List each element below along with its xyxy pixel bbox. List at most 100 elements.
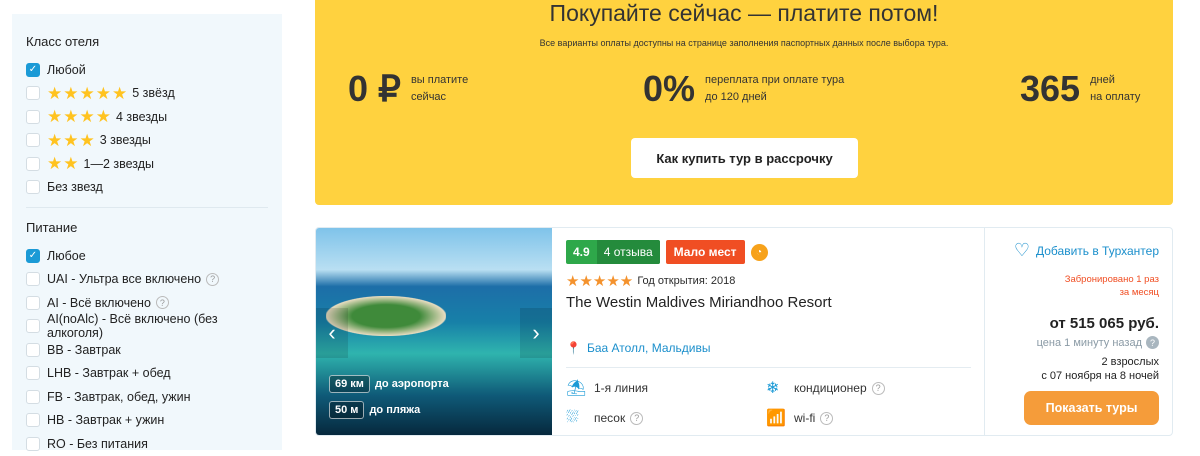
distance-airport: 69 км до аэропорта (329, 375, 449, 393)
divider (566, 367, 971, 368)
option-label: AI - Всё включено (47, 295, 151, 310)
pin-icon: 📍 (566, 341, 581, 355)
rating-badge[interactable]: 4.9 4 отзыва (566, 240, 660, 264)
installment-banner: Покупайте сейчас — платите потом! Все ва… (315, 0, 1173, 205)
stat-label: дней на оплату (1090, 74, 1141, 103)
filters-sidebar: Класс отеля ✓ Любой ★★★★★ 5 звёзд ★★★★ 4 звез… (12, 14, 282, 451)
show-tours-button[interactable]: Показать туры (1024, 391, 1159, 425)
filter-option[interactable]: UAI - Ультра все включено? (26, 268, 268, 292)
stat-value: 365 (1020, 68, 1081, 109)
option-label: Любой (47, 62, 86, 77)
air-conditioner-icon: ❄ (766, 380, 780, 397)
amenity-label: кондиционер (794, 381, 867, 395)
meals-title: Питание (26, 220, 78, 235)
option-label: Без звезд (47, 180, 103, 195)
stat-label: вы платите сейчас (410, 74, 469, 103)
stars-icon: ★★★★★ (47, 83, 128, 103)
amenity: ⛆ песок? (566, 408, 766, 428)
stars-icon: ★★★★ (47, 107, 111, 127)
banner-subtitle: Все варианты оплаты доступны на странице… (539, 38, 949, 48)
heart-icon: ♡ (1013, 240, 1030, 260)
next-photo-icon[interactable]: › (520, 308, 552, 358)
checkbox[interactable] (26, 319, 40, 334)
option-label: AI(noAlc) - Всё включено (без алкоголя) (47, 312, 218, 341)
filter-option[interactable]: HB - Завтрак + ужин (26, 409, 268, 433)
option-label: RO - Без питания (47, 436, 148, 451)
checkbox[interactable] (26, 413, 40, 428)
wifi-icon: 📶 (766, 410, 786, 427)
help-icon[interactable]: ? (206, 272, 220, 286)
how-to-buy-installment-button[interactable]: Как купить тур в рассрочку (631, 138, 858, 178)
option-label: 4 звезды (116, 109, 168, 124)
option-label: FB - Завтрак, обед, ужин (47, 389, 191, 404)
amenity-label: wi-fi (794, 411, 816, 425)
checkbox[interactable] (26, 295, 40, 310)
amenity-label: 1-я линия (594, 381, 649, 395)
filter-option[interactable]: ★★ 1—2 звезды (26, 152, 268, 176)
option-label: 1—2 звезды (83, 156, 155, 171)
checkbox[interactable] (26, 342, 40, 357)
checkbox[interactable] (26, 272, 40, 287)
amenity-label: песок (594, 411, 626, 425)
distance-beach: 50 м до пляжа (329, 401, 420, 419)
filter-option[interactable]: FB - Завтрак, обед, ужин (26, 385, 268, 409)
checkbox[interactable] (26, 389, 40, 404)
tour-params: 2 взрослых с 07 ноября на 8 ночей (1041, 356, 1159, 382)
stat-pay-now: 0 ₽ вы платите сейчас (348, 68, 468, 110)
filter-option[interactable]: ✓ Любое (26, 244, 268, 268)
filter-option[interactable]: RO - Без питания (26, 432, 268, 456)
checkbox[interactable] (26, 86, 40, 101)
checkbox[interactable] (26, 180, 40, 195)
opened-year: Год открытия: 2018 (637, 275, 736, 287)
filter-option[interactable]: LHB - Завтрак + обед (26, 362, 268, 386)
help-icon[interactable]: ? (871, 381, 885, 395)
help-icon[interactable]: ? (155, 296, 169, 310)
filter-option[interactable]: ★★★★ 4 звезды (26, 105, 268, 129)
option-label: 5 звёзд (132, 86, 175, 101)
divider (26, 207, 268, 208)
hotel-location[interactable]: 📍 Баа Атолл, Мальдивы (566, 341, 971, 355)
option-label: UAI - Ультра все включено (47, 272, 202, 287)
hotel-name[interactable]: The Westin Maldives Miriandhoo Resort (566, 294, 971, 311)
stat-value: 0 ₽ (348, 68, 401, 109)
amenity: 📶 wi-fi? (766, 408, 966, 428)
amenity: ⛱ 1-я линия (566, 378, 766, 398)
option-label: LHB - Завтрак + обед (47, 366, 171, 381)
price-panel: ♡ Добавить в Турхантер Забронировано 1 ра… (984, 228, 1172, 435)
help-icon[interactable]: ? (630, 411, 644, 425)
hotel-photo[interactable]: ‹ › 69 км до аэропорта 50 м до пляжа (316, 228, 552, 435)
option-label: 3 звезды (99, 133, 151, 148)
clock-icon: ◔ (750, 243, 768, 261)
checkbox[interactable] (26, 156, 40, 171)
stat-label: переплата при оплате тура до 120 дней (705, 74, 845, 103)
stars-icon: ★★★ (47, 130, 95, 150)
amenity: ❄ кондиционер? (766, 378, 966, 398)
price: от 515 065 руб. (1049, 315, 1159, 332)
beach-line-icon: ⛱ (566, 380, 587, 397)
hotel-card: ‹ › 69 км до аэропорта 50 м до пляжа 4.9 4 … (315, 227, 1173, 436)
filter-option[interactable]: AI - Всё включено? (26, 291, 268, 315)
filter-option[interactable]: Без звезд (26, 176, 268, 200)
hotel-info: 4.9 4 отзыва Мало мест ◔ ★★★★★ Год открыт… (566, 240, 971, 428)
option-label: Любое (47, 248, 86, 263)
checkbox[interactable] (26, 436, 40, 451)
checkbox[interactable]: ✓ (26, 248, 40, 263)
option-label: HB - Завтрак + ужин (47, 413, 165, 428)
filter-option[interactable]: BB - Завтрак (26, 338, 268, 362)
filter-option[interactable]: AI(noAlc) - Всё включено (без алкоголя) (26, 312, 268, 341)
checkbox[interactable] (26, 133, 40, 148)
checkbox[interactable] (26, 366, 40, 381)
stars-icon: ★★ (47, 154, 79, 174)
hotel-stars: ★★★★★ Год открытия: 2018 (566, 273, 736, 290)
prev-photo-icon[interactable]: ‹ (316, 308, 348, 358)
checkbox[interactable]: ✓ (26, 62, 40, 77)
filter-option[interactable]: ★★★★★ 5 звёзд (26, 82, 268, 106)
help-icon[interactable]: ? (1146, 336, 1159, 349)
filter-option[interactable]: ★★★ 3 звезды (26, 129, 268, 153)
checkbox[interactable] (26, 109, 40, 124)
help-icon[interactable]: ? (820, 411, 834, 425)
add-to-favorites-button[interactable]: ♡ Добавить в Турхантер (985, 240, 1159, 261)
option-label: BB - Завтрак (47, 342, 121, 357)
filter-option[interactable]: ✓ Любой (26, 58, 268, 82)
sand-icon: ⛆ (566, 409, 579, 426)
